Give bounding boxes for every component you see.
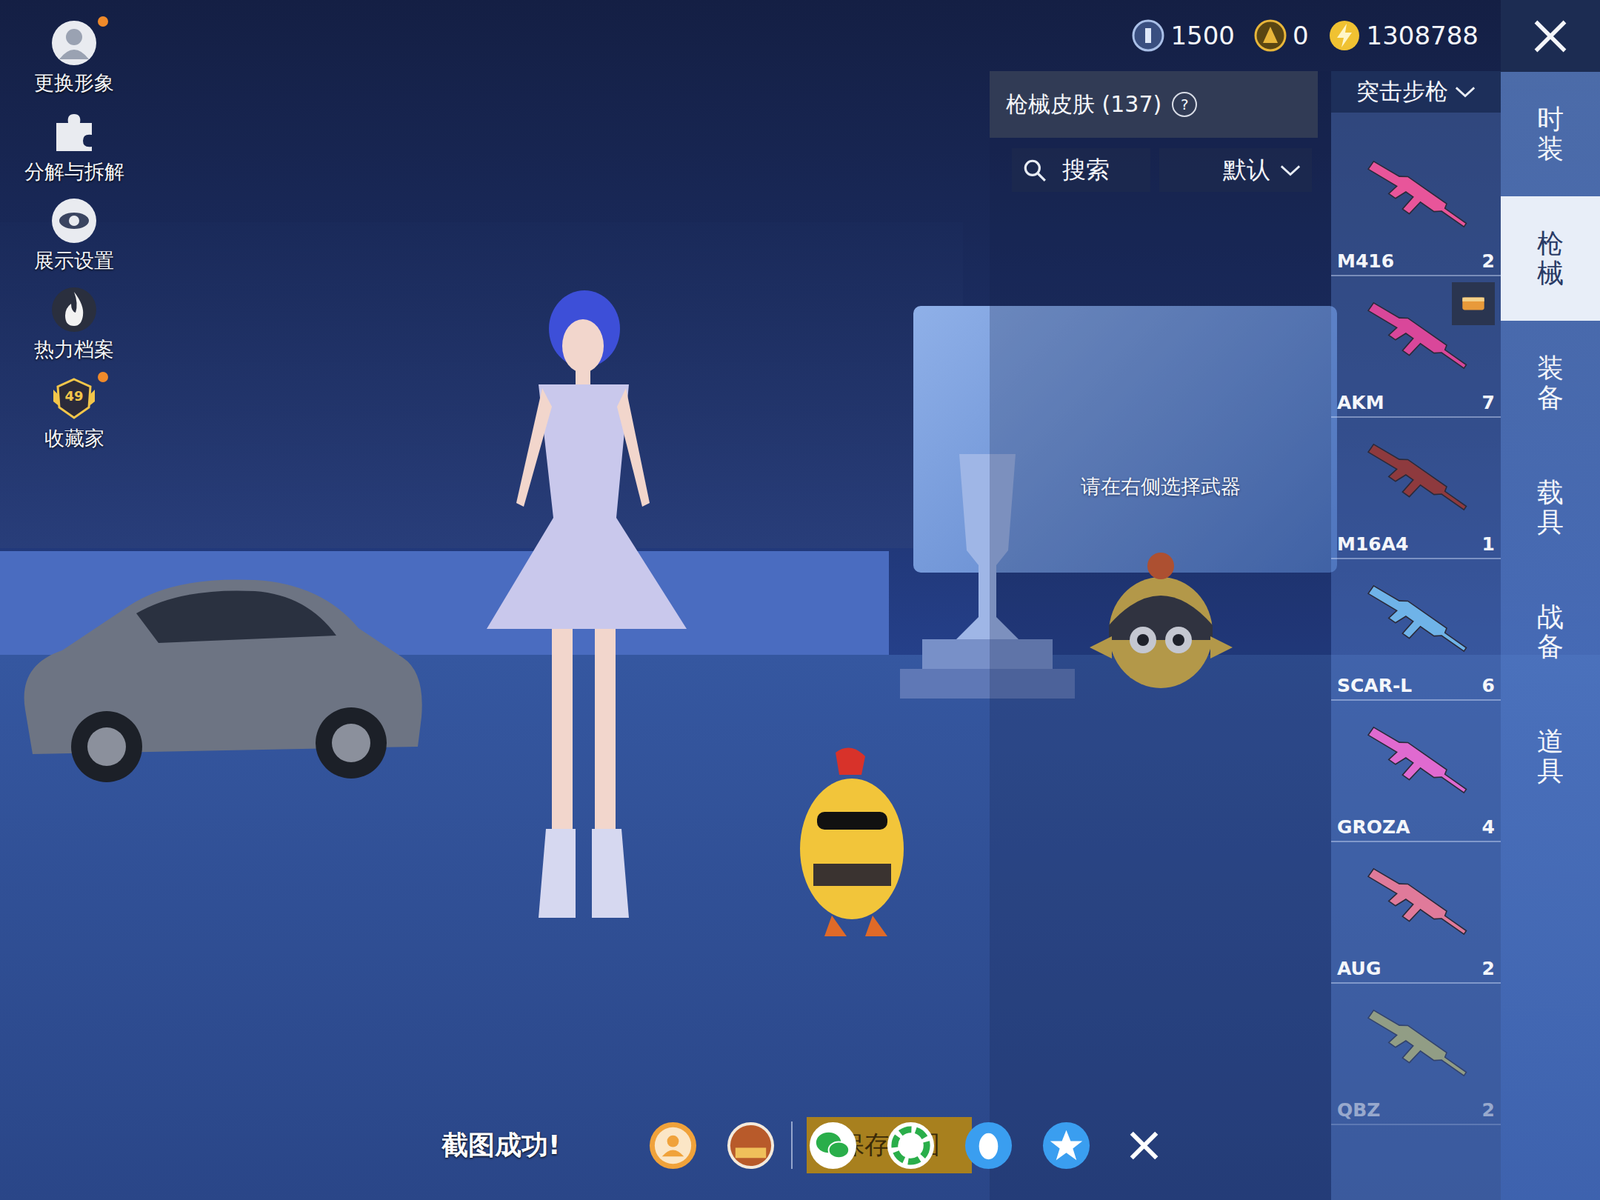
category-tabs: 时装枪械装备载具战备道具 (1500, 0, 1600, 1200)
screenshot-toast: 截图成功! (441, 1127, 560, 1164)
ui-layer: 更换形象分解与拆解展示设置热力档案 49收藏家 1500 0 1308788 枪械皮肤 (… (0, 0, 1600, 1200)
close-icon[interactable] (1118, 1120, 1170, 1172)
wechat-icon[interactable] (807, 1120, 859, 1172)
weapon-item[interactable]: QBZ2 (1331, 983, 1501, 1126)
moments-icon[interactable] (885, 1120, 937, 1172)
right-block: 1500 0 1308788 枪械皮肤 (137)? 搜索默认请在右侧选择武器 突击步枪 M… (989, 0, 1501, 1200)
select-weapon-hint: 请在右侧选择武器 (989, 191, 1332, 500)
flame-icon (50, 285, 98, 334)
side-menu-item[interactable]: 49收藏家 (44, 374, 105, 454)
weapon-item[interactable]: GROZA4 (1331, 700, 1501, 843)
currency-item: 0 (1254, 19, 1309, 52)
currency-bar: 1500 0 1308788 (989, 0, 1501, 72)
side-menu-item[interactable]: 热力档案 (34, 285, 115, 365)
qq-icon[interactable] (962, 1120, 1015, 1172)
wardrobe-screen: 更换形象分解与拆解展示设置热力档案 49收藏家 1500 0 1308788 枪械皮肤 (… (0, 0, 1600, 1200)
skins-panel: 枪械皮肤 (137)? 搜索默认请在右侧选择武器 (989, 71, 1332, 1200)
silver-coin-icon (1131, 19, 1165, 52)
share-bar: 保存截图截图成功! (441, 1115, 1170, 1175)
weapon-item[interactable]: AKM7 (1331, 276, 1501, 418)
rifle-icon (1354, 425, 1479, 532)
weapon-item[interactable]: SCAR-L6 (1331, 559, 1501, 701)
category-tab[interactable]: 战备 (1500, 569, 1600, 695)
profile-icon[interactable] (647, 1120, 699, 1172)
close-button[interactable] (1500, 0, 1600, 72)
person-icon (50, 19, 98, 67)
qzone-icon[interactable] (1040, 1120, 1092, 1172)
rifle-icon (1354, 708, 1479, 815)
weapon-item[interactable]: M4162 (1331, 134, 1501, 277)
side-menu-item[interactable]: 更换形象 (34, 19, 115, 98)
stands (0, 222, 963, 549)
chevron-down-icon (1454, 84, 1477, 100)
bolt-coin-icon (1328, 19, 1361, 52)
category-tab[interactable]: 枪械 (1500, 196, 1600, 321)
car-icon (10, 561, 429, 786)
skins-title: 枪械皮肤 (137)? (989, 71, 1318, 138)
category-tab[interactable]: 时装 (1500, 71, 1600, 197)
currency-item: 1500 (1131, 19, 1235, 52)
ammo-box-icon (1457, 288, 1489, 320)
item-badge (1451, 282, 1495, 326)
divider (791, 1121, 793, 1169)
side-menu-item[interactable]: 分解与拆解 (24, 108, 125, 187)
close-icon (1531, 17, 1570, 56)
weapon-item[interactable]: AUG2 (1331, 842, 1501, 984)
game-icon[interactable] (725, 1120, 777, 1172)
rifle-icon (1354, 849, 1479, 957)
chicken-pet-icon (791, 745, 914, 940)
rifle-icon (1354, 566, 1479, 674)
category-tab[interactable]: 装备 (1500, 320, 1600, 446)
gold-coin-icon (1254, 19, 1287, 52)
side-menu: 更换形象分解与拆解展示设置热力档案 49收藏家 (0, 0, 149, 1200)
rifle-icon (1354, 142, 1479, 249)
sort-dropdown[interactable]: 默认 (1159, 148, 1312, 192)
notification-dot (97, 16, 109, 27)
puzzle-icon (50, 108, 98, 156)
help-button[interactable]: ? (1171, 91, 1198, 118)
weapon-list: 突击步枪 M4162AKM7M16A41SCAR-L6GROZA4AUG2QBZ2 (1331, 71, 1501, 1200)
category-dropdown[interactable]: 突击步枪 (1331, 71, 1501, 113)
search-field[interactable]: 搜索 (1011, 148, 1151, 192)
side-menu-item[interactable]: 展示设置 (34, 197, 115, 276)
level-badge: 49 (50, 388, 98, 404)
character-icon (464, 280, 705, 929)
chevron-down-icon (1279, 162, 1302, 178)
eye-icon (50, 197, 98, 245)
category-tab[interactable]: 载具 (1500, 445, 1600, 570)
currency-item: 1308788 (1328, 19, 1479, 52)
notification-dot (97, 371, 109, 383)
category-tab[interactable]: 道具 (1500, 694, 1600, 819)
weapon-item[interactable]: M16A41 (1331, 417, 1501, 560)
search-icon (1022, 157, 1048, 183)
rifle-icon (1354, 991, 1479, 1098)
